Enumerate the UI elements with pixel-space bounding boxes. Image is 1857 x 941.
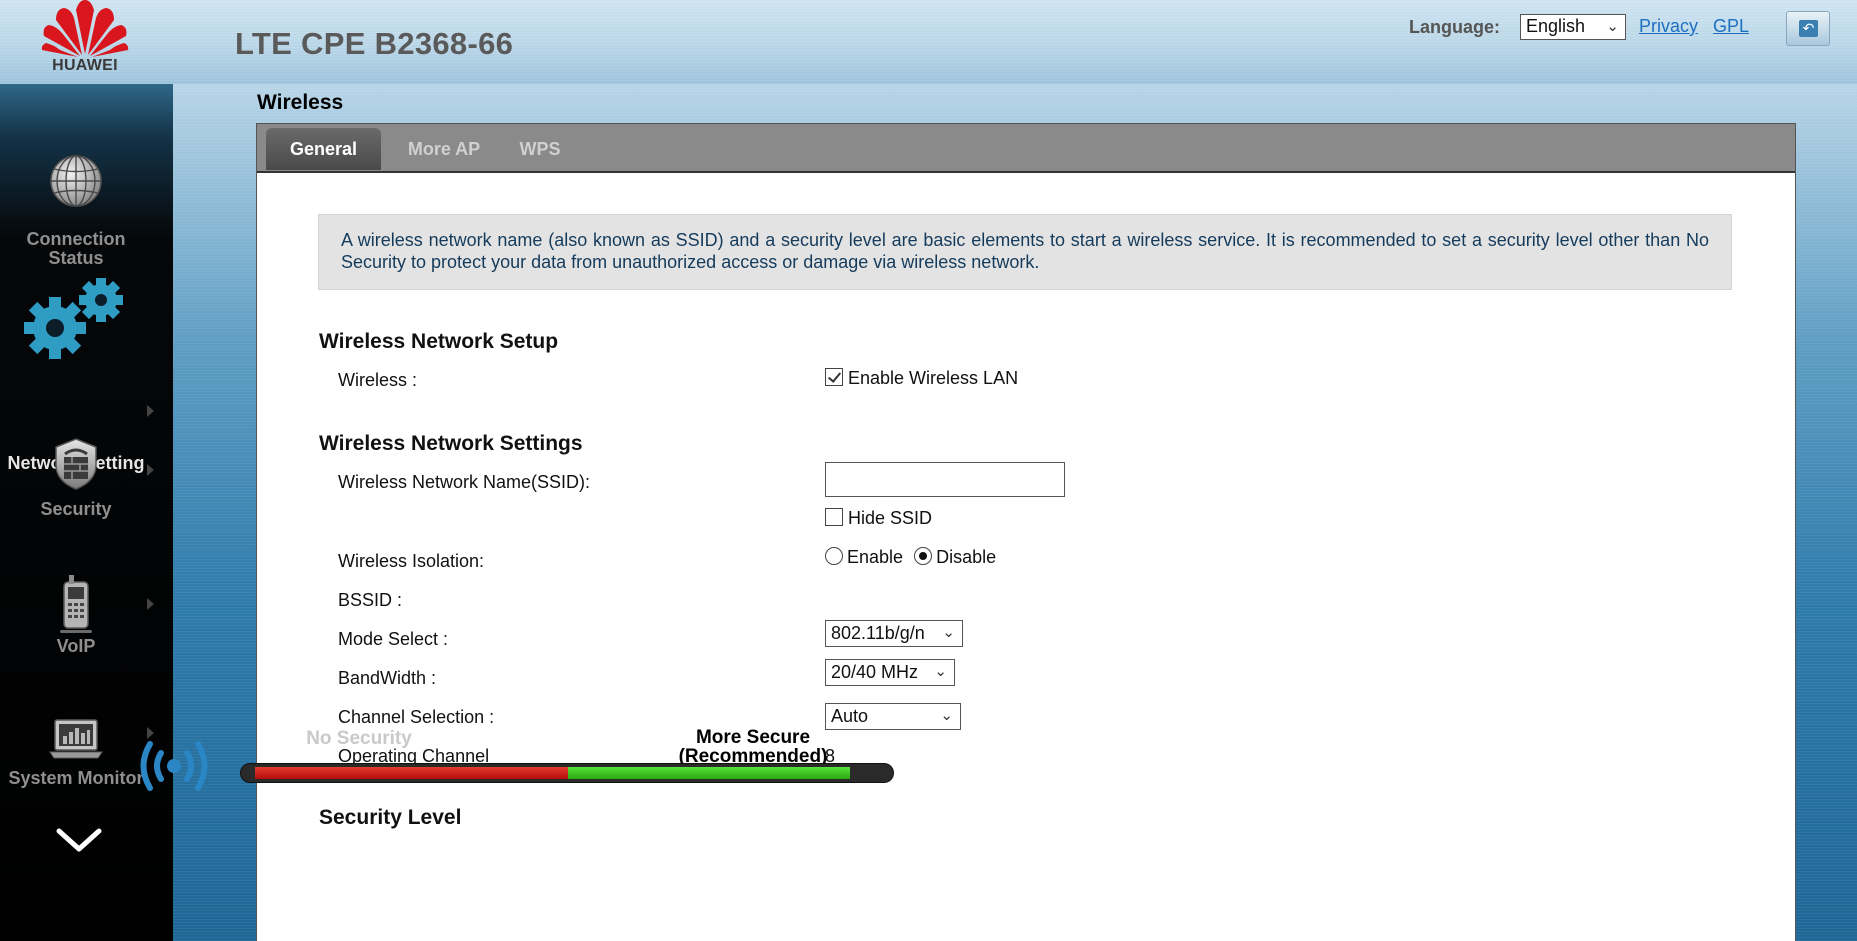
chevron-right-icon <box>147 464 154 476</box>
sidebar-label-line2: Status <box>48 248 104 268</box>
more-secure-line1: More Secure <box>695 727 811 748</box>
tab-general[interactable]: General <box>266 128 381 170</box>
huawei-petals-icon <box>41 0 129 57</box>
hide-ssid-checkbox[interactable] <box>825 508 843 526</box>
sidebar-label-connection: Connection Status <box>0 230 152 268</box>
logo-wordmark: HUAWEI <box>52 57 118 74</box>
globe-icon <box>50 155 102 207</box>
security-slider-red-segment <box>255 767 568 779</box>
logout-icon: ↶ <box>1799 20 1818 37</box>
hide-ssid-label: Hide SSID <box>848 508 933 528</box>
sidebar-item-connection-status[interactable]: Connection Status <box>0 154 173 268</box>
sidebar-item-network-setting[interactable]: Network Setting <box>0 278 173 473</box>
channel-select[interactable]: Auto ⌄ <box>825 703 961 730</box>
chevron-down-icon[interactable] <box>56 828 102 854</box>
sidebar-item-voip[interactable]: VoIP <box>0 574 173 674</box>
sidebar-label-line1: Connection <box>26 229 126 249</box>
chevron-down-icon: ⌄ <box>942 624 955 641</box>
laptop-chart-icon <box>49 719 103 759</box>
language-select[interactable]: English ⌄ <box>1520 14 1626 40</box>
enable-wlan-field: Enable Wireless LAN <box>825 368 1018 389</box>
language-select-value: English <box>1526 16 1586 36</box>
bandwidth-label: BandWidth : <box>338 668 437 688</box>
privacy-link[interactable]: Privacy <box>1639 16 1698 37</box>
section-title-security: Security Level <box>319 806 462 829</box>
no-security-label: No Security <box>306 728 412 749</box>
sidebar-nav: Connection Status Network Setting Securi… <box>0 84 173 941</box>
product-title: LTE CPE B2368-66 <box>235 26 514 61</box>
chevron-right-icon <box>147 598 154 610</box>
isolation-enable-radio[interactable] <box>825 547 843 565</box>
isolation-enable-label: Enable <box>847 547 904 567</box>
section-title-setup: Wireless Network Setup <box>319 330 559 353</box>
channel-select-value: Auto <box>831 706 869 726</box>
ssid-input[interactable] <box>825 462 1065 497</box>
tab-wps[interactable]: WPS <box>507 128 573 170</box>
shield-icon <box>55 438 97 490</box>
bandwidth-select-value: 20/40 MHz <box>831 662 919 682</box>
channel-label: Channel Selection : <box>338 707 495 727</box>
more-secure-label: More Secure (Recommended) <box>668 728 838 766</box>
wireless-label: Wireless : <box>338 370 418 390</box>
ssid-label: Wireless Network Name(SSID): <box>338 472 591 492</box>
language-label: Language: <box>1409 17 1501 37</box>
chevron-down-icon: ⌄ <box>1606 18 1619 35</box>
tab-more-ap[interactable]: More AP <box>394 128 494 170</box>
bssid-label: BSSID : <box>338 590 403 610</box>
chevron-down-icon: ⌄ <box>940 707 953 724</box>
content-panel: General More AP WPS A wireless network n… <box>256 123 1796 941</box>
chevron-right-icon <box>147 405 154 417</box>
enable-wlan-checkbox[interactable] <box>825 368 843 386</box>
phone-icon <box>60 575 92 633</box>
enable-wlan-label: Enable Wireless LAN <box>848 368 1019 388</box>
logout-button[interactable]: ↶ <box>1786 11 1830 46</box>
wifi-signal-icon <box>140 741 208 791</box>
header-bar: HUAWEI LTE CPE B2368-66 Language: Englis… <box>0 0 1857 84</box>
section-title-settings: Wireless Network Settings <box>319 432 583 455</box>
sidebar-label-voip: VoIP <box>56 636 96 656</box>
isolation-field: Enable Disable <box>825 547 996 568</box>
info-notice: A wireless network name (also known as S… <box>318 214 1732 290</box>
huawei-logo: HUAWEI <box>38 0 132 80</box>
bandwidth-select[interactable]: 20/40 MHz ⌄ <box>825 659 955 686</box>
hide-ssid-field: Hide SSID <box>825 508 932 529</box>
isolation-disable-radio[interactable] <box>914 547 933 565</box>
page-title: Wireless <box>257 91 344 114</box>
security-slider-green-segment <box>568 767 850 779</box>
sidebar-item-security[interactable]: Security <box>0 437 173 537</box>
mode-label: Mode Select : <box>338 629 449 649</box>
isolation-disable-label: Disable <box>936 547 997 567</box>
sidebar-label-security: Security <box>40 499 112 519</box>
tab-bar: General More AP WPS <box>257 124 1795 173</box>
isolation-label: Wireless Isolation: <box>338 551 485 571</box>
sidebar-label-system-monitor: System Monitor <box>8 768 144 788</box>
mode-select-value: 802.11b/g/n <box>831 623 925 643</box>
mode-select[interactable]: 802.11b/g/n ⌄ <box>825 620 963 647</box>
gear-icon <box>24 278 123 359</box>
chevron-down-icon: ⌄ <box>934 663 947 680</box>
gpl-link[interactable]: GPL <box>1713 16 1749 37</box>
security-level-slider[interactable] <box>240 763 894 783</box>
